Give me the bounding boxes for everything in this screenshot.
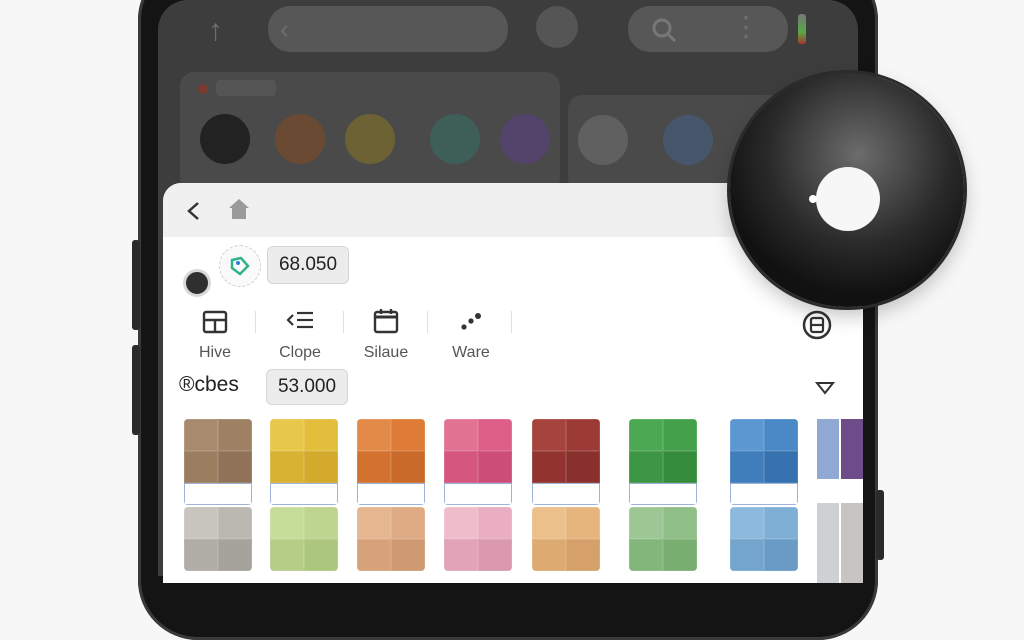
dimmed-app-icon xyxy=(663,115,713,165)
toolbar-label: Silaue xyxy=(363,344,409,361)
volume-button xyxy=(132,345,140,435)
toolbar-label: Clope xyxy=(279,344,321,361)
dimmed-avatar xyxy=(536,6,578,48)
app-badge[interactable] xyxy=(219,245,261,287)
divider xyxy=(511,311,512,333)
swatch-partial[interactable] xyxy=(817,419,839,583)
color-swatch[interactable] xyxy=(444,507,512,571)
value-chip[interactable]: 53.000 xyxy=(266,369,348,405)
color-swatch[interactable] xyxy=(357,507,425,571)
arrow-up-icon: ↑ xyxy=(208,14,223,47)
color-swatch[interactable] xyxy=(629,419,697,505)
search-icon xyxy=(652,18,677,43)
dimmed-action-group: ⋮ xyxy=(628,6,788,52)
chevron-left-icon[interactable] xyxy=(185,201,203,221)
swatch-input-field[interactable] xyxy=(270,483,338,505)
toolbar-label: Hive xyxy=(198,344,231,361)
toolbar-item-hive[interactable]: Hive xyxy=(170,304,260,362)
swatch-partial[interactable] xyxy=(841,419,863,583)
dimmed-card-left xyxy=(180,72,560,192)
knob-center xyxy=(816,167,880,231)
scatter-icon xyxy=(461,313,481,330)
toolbar-label: Ware xyxy=(452,344,490,361)
toolbar-item-ware[interactable]: Ware xyxy=(426,304,516,362)
watermark-logo: K73 xyxy=(448,272,517,310)
list-indent-icon xyxy=(286,311,313,329)
color-swatch[interactable] xyxy=(532,507,600,571)
power-button xyxy=(876,490,884,560)
swatch-input-field[interactable] xyxy=(444,483,512,505)
swatch-input-field[interactable] xyxy=(532,483,600,505)
battery-icon xyxy=(798,14,806,44)
color-swatch[interactable] xyxy=(270,507,338,571)
tag-icon xyxy=(230,256,250,276)
toolbar-item-clope[interactable]: Clope xyxy=(255,304,345,362)
toolbar-item-silaue[interactable]: Silaue xyxy=(341,304,431,362)
color-swatch[interactable] xyxy=(730,507,798,571)
settings-circle-icon[interactable] xyxy=(801,309,833,341)
more-vertical-icon: ⋮ xyxy=(732,11,760,42)
color-swatch[interactable] xyxy=(270,419,338,505)
value-chip[interactable]: 68.050 xyxy=(267,246,349,284)
dimmed-app-icon xyxy=(345,114,395,164)
color-swatch[interactable] xyxy=(532,419,600,505)
watermark: K73 游戏之家 .com xyxy=(448,272,564,311)
record-indicator[interactable] xyxy=(183,269,211,297)
dimmed-app-icon xyxy=(500,114,550,164)
dimmed-app-icon xyxy=(430,114,480,164)
knob-pin xyxy=(809,195,817,203)
swatch-input-field[interactable] xyxy=(629,483,697,505)
watermark-domain: .com xyxy=(516,288,543,302)
dimmed-app-icon xyxy=(578,115,628,165)
dimmed-dot xyxy=(198,84,208,94)
color-swatch[interactable] xyxy=(357,419,425,505)
color-swatch[interactable] xyxy=(184,507,252,571)
grid-icon xyxy=(202,310,228,334)
floating-joystick-knob[interactable] xyxy=(730,73,964,307)
calendar-icon xyxy=(373,309,399,334)
dimmed-label xyxy=(216,80,276,96)
section-label: ®cbes xyxy=(179,373,239,396)
color-swatch[interactable] xyxy=(444,419,512,505)
dimmed-app-icon xyxy=(275,114,325,164)
color-swatch[interactable] xyxy=(184,419,252,505)
color-swatch[interactable] xyxy=(730,419,798,505)
dimmed-app-icon xyxy=(200,114,250,164)
dimmed-top-bar: ↑ ‹ ⋮ xyxy=(158,0,858,70)
chevron-left-icon: ‹ xyxy=(280,14,289,44)
volume-button xyxy=(132,240,140,330)
swatch-input-field[interactable] xyxy=(730,483,798,505)
dimmed-search-bar: ‹ xyxy=(268,6,508,52)
triangle-down-icon[interactable] xyxy=(815,381,835,395)
home-icon[interactable] xyxy=(227,197,251,221)
swatch-input-field[interactable] xyxy=(184,483,252,505)
color-swatch[interactable] xyxy=(629,507,697,571)
swatch-input-field[interactable] xyxy=(357,483,425,505)
